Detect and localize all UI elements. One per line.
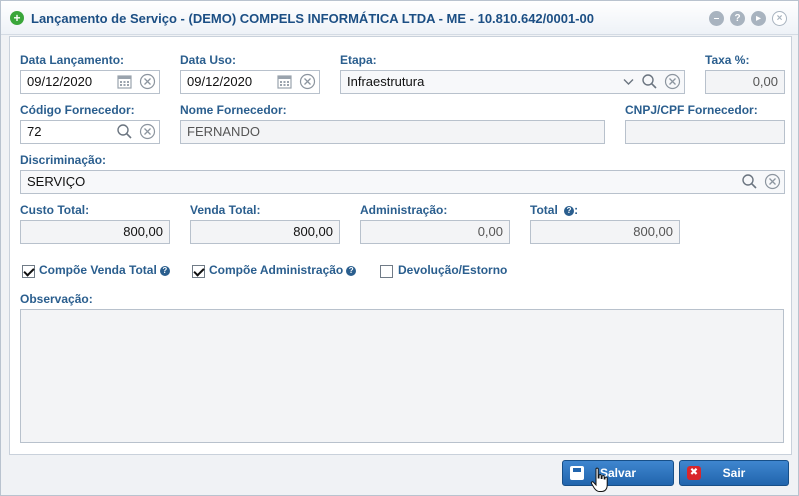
- help-icon[interactable]: ?: [730, 11, 745, 26]
- data-lancamento-label: Data Lançamento:: [20, 53, 125, 67]
- exit-icon: ✖: [687, 466, 701, 480]
- codigo-fornecedor-label: Código Fornecedor:: [20, 103, 135, 117]
- codigo-fornecedor-value: 72: [27, 124, 42, 139]
- custo-total-label: Custo Total:: [20, 203, 90, 217]
- discriminacao-field[interactable]: SERVIÇO: [20, 170, 785, 194]
- devolucao-estorno-label: Devolução/Estorno: [398, 263, 508, 277]
- clear-icon[interactable]: [299, 73, 316, 90]
- window-title: Lançamento de Serviço - (DEMO) COMPELS I…: [31, 11, 594, 26]
- clear-icon[interactable]: [664, 73, 681, 90]
- etapa-label: Etapa:: [340, 53, 377, 67]
- help-icon[interactable]: ?: [346, 266, 357, 276]
- clear-icon[interactable]: [139, 123, 156, 140]
- save-button[interactable]: Salvar: [562, 460, 674, 486]
- devolucao-estorno-checkbox[interactable]: [380, 265, 393, 278]
- compoe-administracao-checkbox[interactable]: [192, 265, 205, 278]
- title-bar: + Lançamento de Serviço - (DEMO) COMPELS…: [1, 1, 798, 35]
- exit-button[interactable]: ✖ Sair: [679, 460, 789, 486]
- discriminacao-value: SERVIÇO: [27, 174, 86, 189]
- compoe-venda-total-label: Compõe Venda Total?: [39, 263, 170, 277]
- venda-total-field[interactable]: 800,00: [190, 220, 340, 244]
- minimize-icon[interactable]: –: [709, 11, 724, 26]
- close-icon[interactable]: ×: [772, 11, 787, 26]
- data-uso-label: Data Uso:: [180, 53, 237, 67]
- search-icon[interactable]: [741, 173, 758, 190]
- play-icon[interactable]: ▸: [751, 11, 766, 26]
- observacao-textarea[interactable]: [20, 309, 784, 443]
- etapa-value: Infraestrutura: [347, 74, 425, 89]
- search-icon[interactable]: [641, 73, 658, 90]
- chevron-down-icon[interactable]: [620, 73, 637, 90]
- nome-fornecedor-field[interactable]: FERNANDO: [180, 120, 605, 144]
- total-field[interactable]: 800,00: [530, 220, 680, 244]
- cnpj-fornecedor-field[interactable]: [625, 120, 785, 144]
- add-circle-icon: +: [10, 11, 24, 25]
- help-icon[interactable]: ?: [564, 206, 575, 216]
- observacao-label: Observação:: [20, 292, 93, 306]
- clear-icon[interactable]: [139, 73, 156, 90]
- data-lancamento-value: 09/12/2020: [27, 74, 93, 89]
- search-icon[interactable]: [116, 123, 133, 140]
- compoe-administracao-text: Compõe Administração: [209, 263, 344, 277]
- discriminacao-label: Discriminação:: [20, 153, 107, 167]
- compoe-venda-total-checkbox[interactable]: [22, 265, 35, 278]
- form-panel: Data Lançamento: Data Uso: Etapa: Taxa %…: [9, 36, 792, 455]
- venda-total-label: Venda Total:: [190, 203, 261, 217]
- calendar-icon[interactable]: [116, 73, 133, 90]
- compoe-venda-total-text: Compõe Venda Total: [39, 263, 157, 277]
- taxa-label: Taxa %:: [705, 53, 750, 67]
- compoe-administracao-label: Compõe Administração?: [209, 263, 357, 277]
- exit-button-label: Sair: [722, 466, 746, 480]
- help-icon[interactable]: ?: [159, 266, 170, 276]
- nome-fornecedor-label: Nome Fornecedor:: [180, 103, 287, 117]
- hand-cursor-icon: [590, 467, 610, 493]
- administracao-field[interactable]: 0,00: [360, 220, 510, 244]
- administracao-label: Administração:: [360, 203, 448, 217]
- cnpj-fornecedor-label: CNPJ/CPF Fornecedor:: [625, 103, 758, 117]
- clear-icon[interactable]: [764, 173, 781, 190]
- data-uso-value: 09/12/2020: [187, 74, 253, 89]
- taxa-field[interactable]: 0,00: [705, 70, 785, 94]
- custo-total-field[interactable]: 800,00: [20, 220, 170, 244]
- total-label-text: Total: [530, 203, 558, 217]
- floppy-disk-icon: [570, 466, 584, 480]
- total-label: Total ?:: [530, 203, 579, 217]
- calendar-icon[interactable]: [276, 73, 293, 90]
- service-entry-dialog: + Lançamento de Serviço - (DEMO) COMPELS…: [0, 0, 799, 496]
